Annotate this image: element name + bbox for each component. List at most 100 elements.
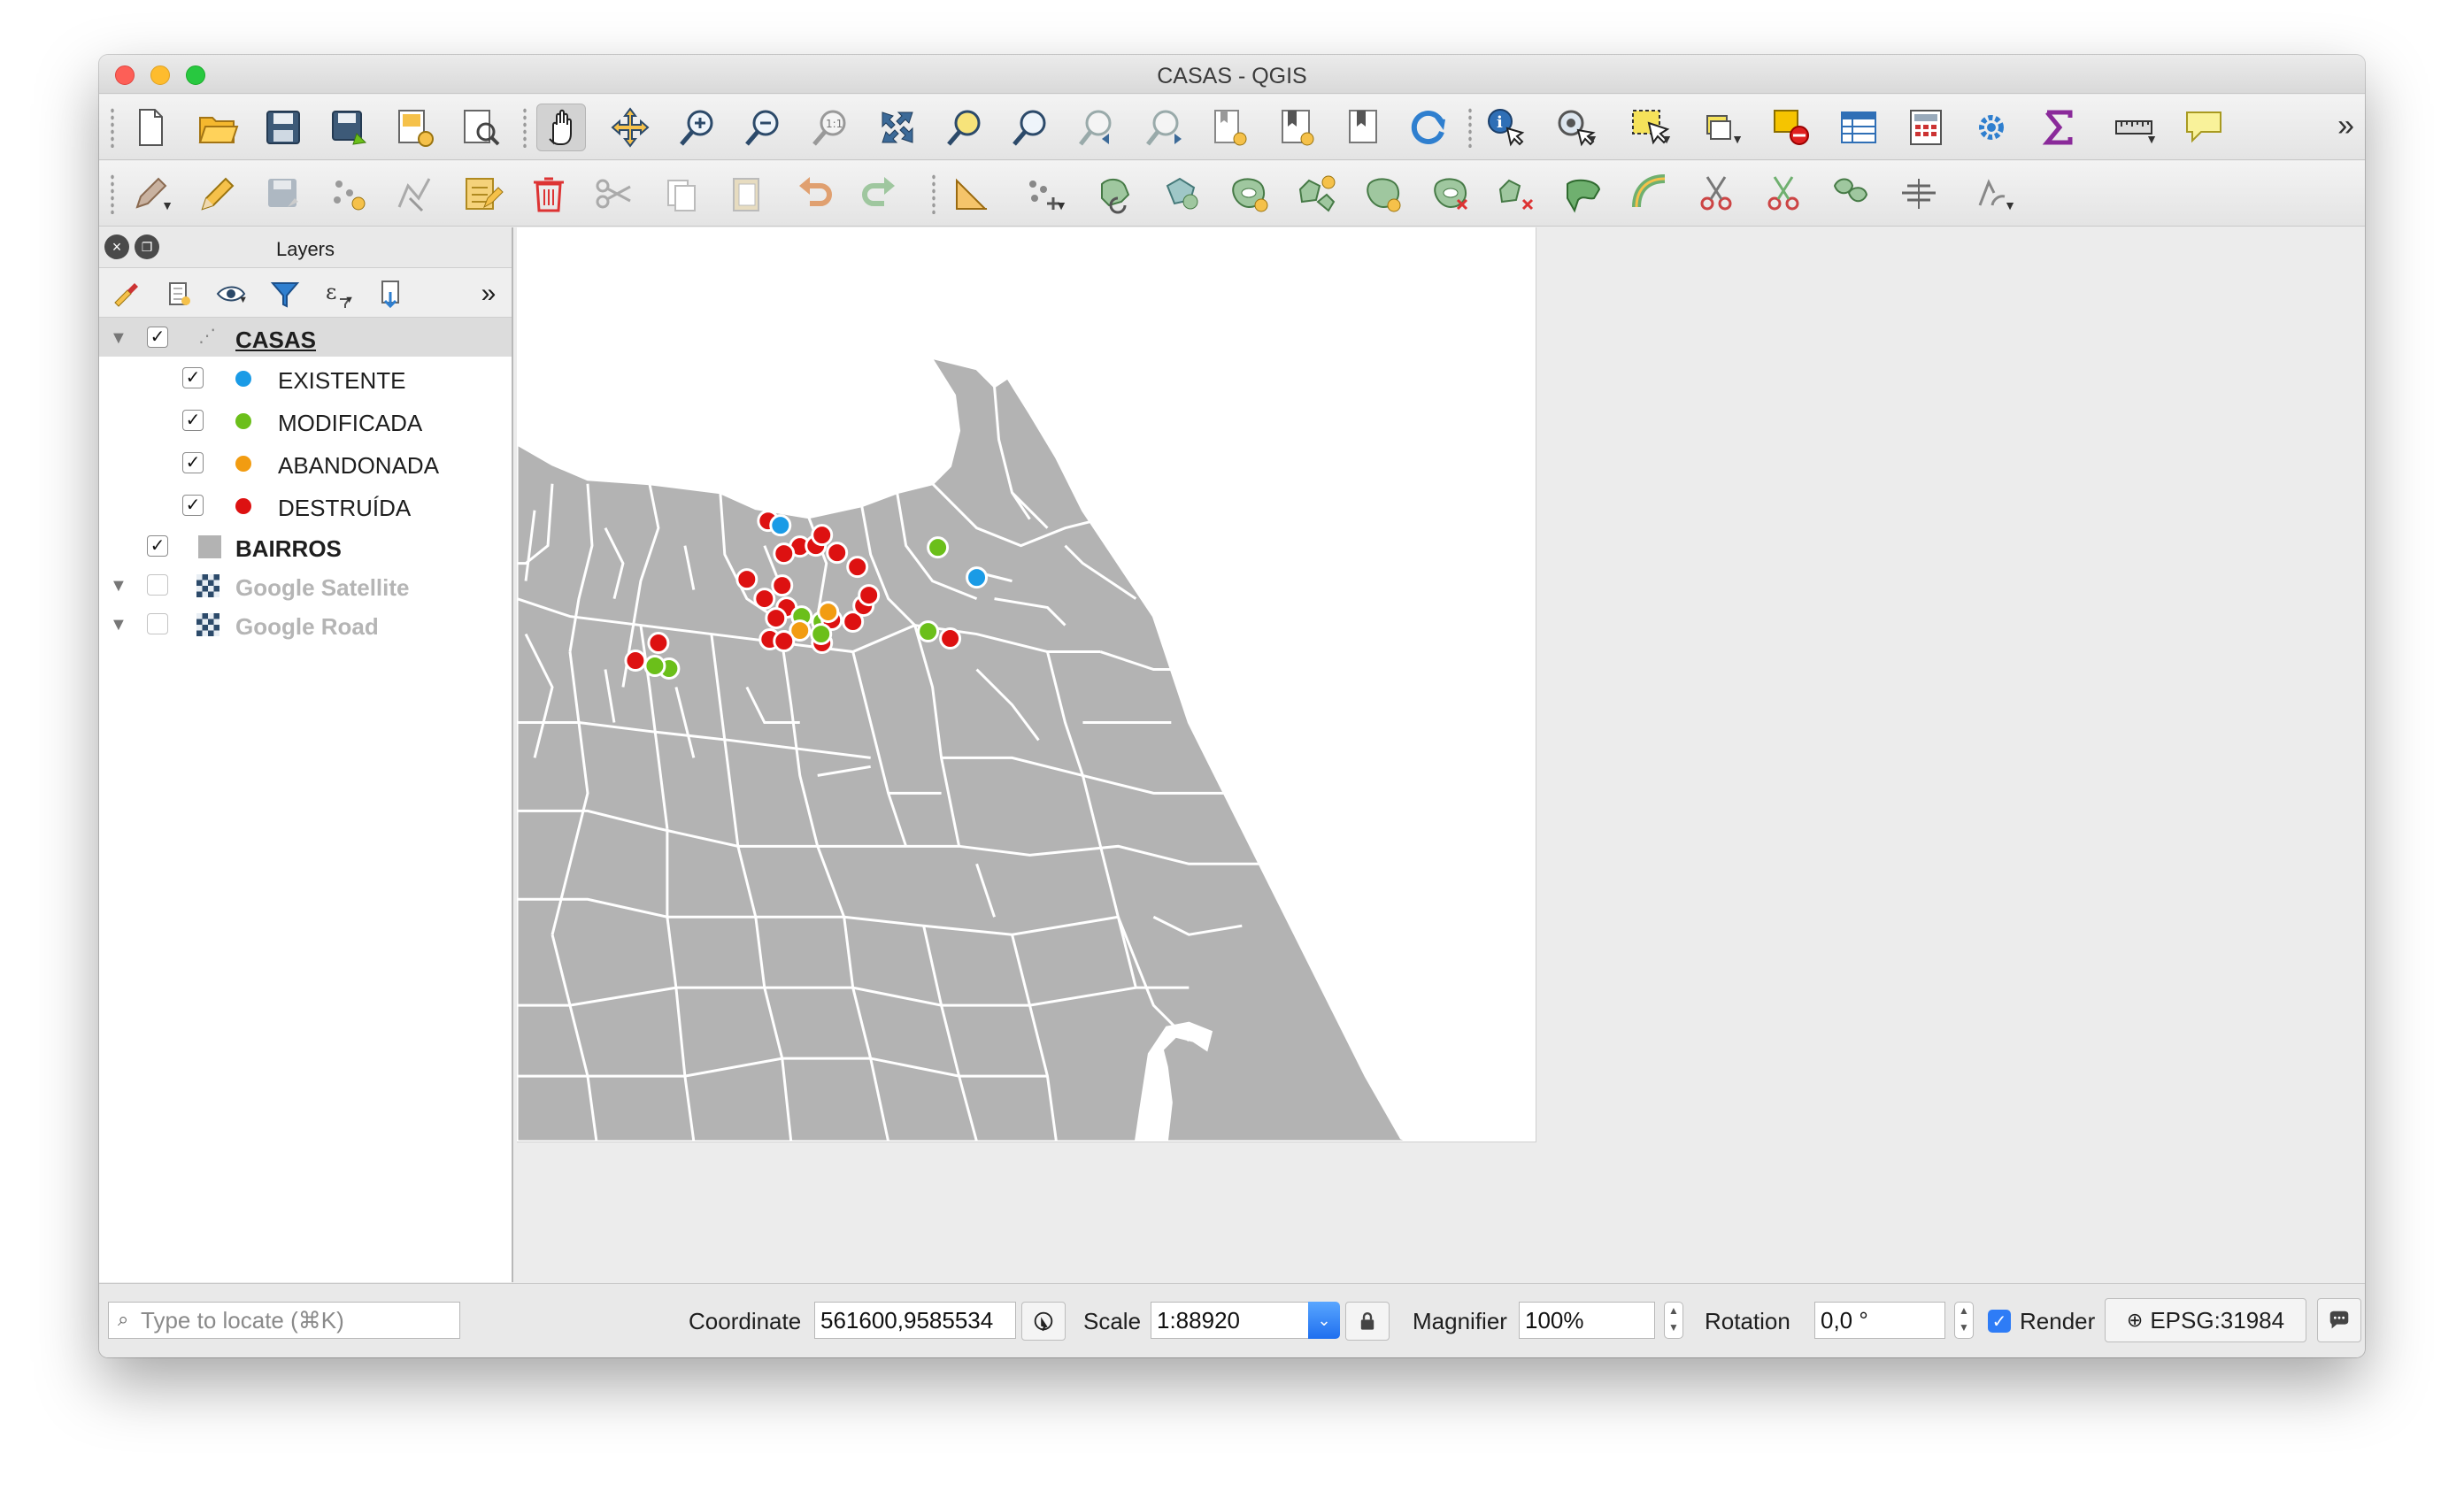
manage-visibility-icon[interactable]: ▼: [214, 277, 250, 311]
layer-row-bairros[interactable]: ✓ BAIRROS: [99, 527, 512, 565]
class-visibility-checkbox[interactable]: ✓: [182, 410, 204, 431]
attribute-table-icon[interactable]: [1834, 104, 1883, 151]
temporal-icon[interactable]: [1338, 104, 1388, 151]
map-canvas[interactable]: [515, 227, 2365, 1282]
new-project-icon[interactable]: [126, 104, 175, 151]
class-visibility-checkbox[interactable]: ✓: [182, 495, 204, 516]
digitizing-icon[interactable]: ▼: [126, 170, 175, 218]
zoom-native-icon[interactable]: 1:1: [805, 104, 855, 151]
merge-attributes-icon[interactable]: [1894, 170, 1944, 218]
layer-visibility-checkbox[interactable]: ✓: [147, 327, 168, 348]
zoom-next-icon[interactable]: [1140, 104, 1190, 151]
zoom-full-icon[interactable]: [873, 104, 922, 151]
magnifier-field[interactable]: 100%: [1519, 1302, 1655, 1339]
reshape-icon[interactable]: [1559, 170, 1609, 218]
add-part-icon[interactable]: [1292, 170, 1342, 218]
add-group-icon[interactable]: [161, 277, 196, 311]
more-panel-tools-icon[interactable]: »: [471, 277, 506, 311]
rotation-stepper[interactable]: ▲ ▼: [1954, 1302, 1974, 1339]
identify-icon[interactable]: i: [1482, 104, 1531, 151]
split-parts-icon[interactable]: [1759, 170, 1809, 218]
lock-scale-icon[interactable]: [1345, 1302, 1390, 1341]
copy-features-icon[interactable]: [657, 170, 706, 218]
new-bookmark-icon[interactable]: [1205, 104, 1255, 151]
pan-icon[interactable]: [536, 104, 586, 151]
layer-row-google-road[interactable]: ▼ Google Road: [99, 604, 512, 643]
toolbar-grip[interactable]: [1467, 107, 1473, 148]
delete-part-icon[interactable]: [1492, 170, 1542, 218]
class-visibility-checkbox[interactable]: ✓: [182, 452, 204, 473]
filter-legend-icon[interactable]: [267, 277, 303, 311]
bairros-map[interactable]: [515, 227, 1536, 1143]
toolbar-grip[interactable]: [110, 107, 115, 148]
render-toggle[interactable]: ✓ Render: [1988, 1302, 2095, 1341]
rotation-field[interactable]: 0,0 °: [1814, 1302, 1945, 1339]
add-point-icon[interactable]: [324, 170, 373, 218]
scale-dropdown-icon[interactable]: ⌄: [1308, 1302, 1340, 1339]
collapse-arrow-icon[interactable]: ▼: [110, 328, 127, 349]
save-project-icon[interactable]: [258, 104, 308, 151]
rotate-point-symbols-icon[interactable]: ▼: [1968, 170, 2018, 218]
vertex-tool-icon[interactable]: [389, 170, 439, 218]
open-project-icon[interactable]: [193, 104, 243, 151]
delete-ring-icon[interactable]: [1427, 170, 1476, 218]
layer-row-casas[interactable]: ▼ ✓ ⋰ CASAS: [99, 318, 512, 357]
legend-class-row[interactable]: ✓ ABANDONADA: [99, 443, 512, 482]
locator-search-input[interactable]: ⌕ Type to locate (⌘K): [108, 1302, 460, 1339]
field-calculator-icon[interactable]: [1901, 104, 1951, 151]
layer-visibility-checkbox[interactable]: [147, 613, 168, 634]
redo-icon[interactable]: [855, 170, 905, 218]
save-as-icon[interactable]: [324, 104, 373, 151]
deselect-icon[interactable]: [1767, 104, 1816, 151]
delete-selected-icon[interactable]: [524, 170, 574, 218]
messages-icon[interactable]: [2317, 1298, 2361, 1342]
digitize-angle-icon[interactable]: [947, 170, 997, 218]
collapse-arrow-icon[interactable]: ▼: [110, 576, 127, 596]
offset-curve-icon[interactable]: [1627, 170, 1676, 218]
toolbar-grip[interactable]: [522, 107, 527, 148]
collapse-arrow-icon[interactable]: ▼: [110, 615, 127, 635]
save-edits-icon[interactable]: [258, 170, 308, 218]
show-bookmarks-icon[interactable]: [1271, 104, 1321, 151]
toolbar-grip[interactable]: [931, 173, 936, 214]
attributes-icon[interactable]: ▼: [1696, 104, 1745, 151]
paste-features-icon[interactable]: [722, 170, 772, 218]
layer-visibility-checkbox[interactable]: ✓: [147, 535, 168, 557]
layout-manager-icon[interactable]: [455, 104, 504, 151]
render-checkbox[interactable]: ✓: [1988, 1310, 2011, 1333]
coordinate-field[interactable]: 561600,9585534: [814, 1302, 1016, 1339]
scale-field[interactable]: 1:88920: [1151, 1302, 1310, 1339]
fill-ring-icon[interactable]: [1359, 170, 1409, 218]
zoom-layer-icon[interactable]: [1005, 104, 1055, 151]
zoom-in-icon[interactable]: [673, 104, 722, 151]
map-tips-icon[interactable]: [2179, 104, 2229, 151]
remove-layer-icon[interactable]: [373, 277, 409, 311]
toggle-extents-icon[interactable]: [1021, 1302, 1066, 1341]
pan-to-selection-icon[interactable]: [605, 104, 655, 151]
statistics-sigma-icon[interactable]: [2034, 104, 2083, 151]
processing-toolbox-icon[interactable]: [1967, 104, 2016, 151]
measure-icon[interactable]: ▼: [2110, 104, 2160, 151]
legend-class-row[interactable]: ✓ DESTRUÍDA: [99, 486, 512, 525]
undo-icon[interactable]: [789, 170, 839, 218]
split-features-icon[interactable]: [1692, 170, 1742, 218]
action-icon[interactable]: ▼: [1551, 104, 1600, 151]
rotate-feature-icon[interactable]: [1090, 170, 1140, 218]
zoom-out-icon[interactable]: [738, 104, 788, 151]
toggle-editing-icon[interactable]: [191, 170, 241, 218]
merge-features-icon[interactable]: [1827, 170, 1876, 218]
modify-attributes-icon[interactable]: [457, 170, 506, 218]
toolbar-overflow-icon[interactable]: »: [2337, 109, 2354, 143]
add-ring-icon[interactable]: [1225, 170, 1274, 218]
refresh-icon[interactable]: [1404, 104, 1453, 151]
zoom-selection-icon[interactable]: [940, 104, 989, 151]
open-styling-icon[interactable]: [108, 277, 143, 311]
map-render-area[interactable]: [515, 227, 1536, 1143]
layer-row-google-satellite[interactable]: ▼ Google Satellite: [99, 565, 512, 604]
legend-class-row[interactable]: ✓ MODIFICADA: [99, 401, 512, 440]
layer-visibility-checkbox[interactable]: [147, 574, 168, 596]
toolbar-grip[interactable]: [110, 173, 115, 214]
class-visibility-checkbox[interactable]: ✓: [182, 367, 204, 388]
select-feature-icon[interactable]: ▼: [1625, 104, 1675, 151]
magnifier-stepper[interactable]: ▲ ▼: [1664, 1302, 1683, 1339]
